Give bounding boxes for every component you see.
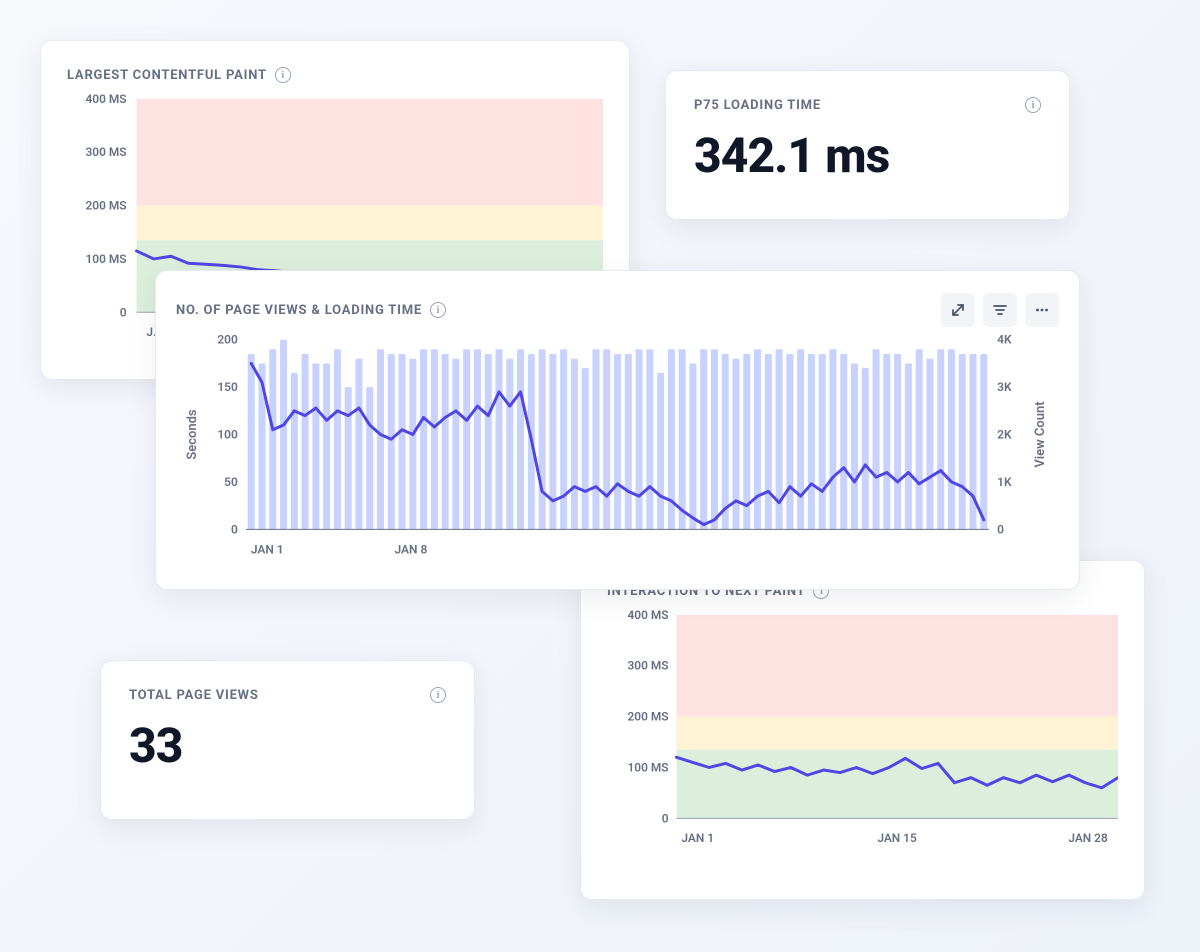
more-button[interactable] xyxy=(1025,293,1059,327)
svg-text:300 MS: 300 MS xyxy=(628,659,669,673)
svg-text:JAN 1: JAN 1 xyxy=(681,831,714,845)
filter-button[interactable] xyxy=(983,293,1017,327)
svg-text:JAN 28: JAN 28 xyxy=(1068,831,1108,845)
svg-text:JAN 15: JAN 15 xyxy=(877,831,917,845)
svg-text:150: 150 xyxy=(217,380,238,394)
p75-title: P75 LOADING TIME xyxy=(694,98,821,113)
svg-text:4K: 4K xyxy=(997,333,1012,347)
lcp-title: LARGEST CONTENTFUL PAINT xyxy=(67,68,267,83)
svg-text:3K: 3K xyxy=(997,380,1012,394)
chart-toolbar xyxy=(941,293,1059,327)
info-icon[interactable]: i xyxy=(430,302,446,318)
svg-text:100 MS: 100 MS xyxy=(85,252,126,266)
svg-text:1K: 1K xyxy=(997,475,1012,489)
tpv-title: TOTAL PAGE VIEWS xyxy=(129,688,259,703)
info-icon[interactable]: i xyxy=(275,67,291,83)
expand-icon xyxy=(950,302,966,318)
p75-header: P75 LOADING TIME i xyxy=(694,97,1041,113)
combo-header: NO. OF PAGE VIEWS & LOADING TIME i xyxy=(176,293,1059,327)
svg-text:200 MS: 200 MS xyxy=(85,199,126,213)
svg-text:Seconds: Seconds xyxy=(185,409,200,460)
inp-card: INTERACTION TO NEXT PAINT i 0100 MS200 M… xyxy=(580,560,1145,900)
svg-text:200: 200 xyxy=(217,333,238,347)
svg-text:View Count: View Count xyxy=(1033,401,1048,468)
p75-value: 342.1 ms xyxy=(694,127,1041,184)
svg-text:100 MS: 100 MS xyxy=(628,760,669,774)
combo-title: NO. OF PAGE VIEWS & LOADING TIME xyxy=(176,303,422,318)
svg-text:JAN 1: JAN 1 xyxy=(251,542,284,556)
svg-text:400 MS: 400 MS xyxy=(628,608,669,622)
combo-chart: Seconds View Count 0 50 100 150 200 0 1K 2K 3K 4K JA… xyxy=(176,327,1059,572)
pageviews-loadingtime-card: NO. OF PAGE VIEWS & LOADING TIME i Secon… xyxy=(155,270,1080,590)
info-icon[interactable]: i xyxy=(430,687,446,703)
svg-text:200 MS: 200 MS xyxy=(628,710,669,724)
svg-text:300 MS: 300 MS xyxy=(85,145,126,159)
tpv-header: TOTAL PAGE VIEWS i xyxy=(129,687,446,703)
expand-button[interactable] xyxy=(941,293,975,327)
info-icon[interactable]: i xyxy=(1025,97,1041,113)
svg-text:0: 0 xyxy=(120,305,127,319)
svg-text:400 MS: 400 MS xyxy=(85,92,126,106)
svg-text:0: 0 xyxy=(997,522,1004,536)
svg-text:0: 0 xyxy=(662,811,669,825)
p75-loading-time-card: P75 LOADING TIME i 342.1 ms xyxy=(665,70,1070,220)
lcp-header: LARGEST CONTENTFUL PAINT i xyxy=(67,67,603,83)
svg-text:50: 50 xyxy=(224,475,238,489)
inp-chart: 0 100 MS 200 MS 300 MS 400 MS JAN 1 JAN 15 JAN … xyxy=(607,599,1118,869)
svg-text:JAN 8: JAN 8 xyxy=(395,542,428,556)
svg-text:0: 0 xyxy=(231,522,238,536)
filter-icon xyxy=(992,302,1008,318)
svg-text:100: 100 xyxy=(217,428,238,442)
tpv-value: 33 xyxy=(129,717,446,774)
more-icon xyxy=(1034,302,1050,318)
total-page-views-card: TOTAL PAGE VIEWS i 33 xyxy=(100,660,475,820)
svg-text:2K: 2K xyxy=(997,428,1012,442)
